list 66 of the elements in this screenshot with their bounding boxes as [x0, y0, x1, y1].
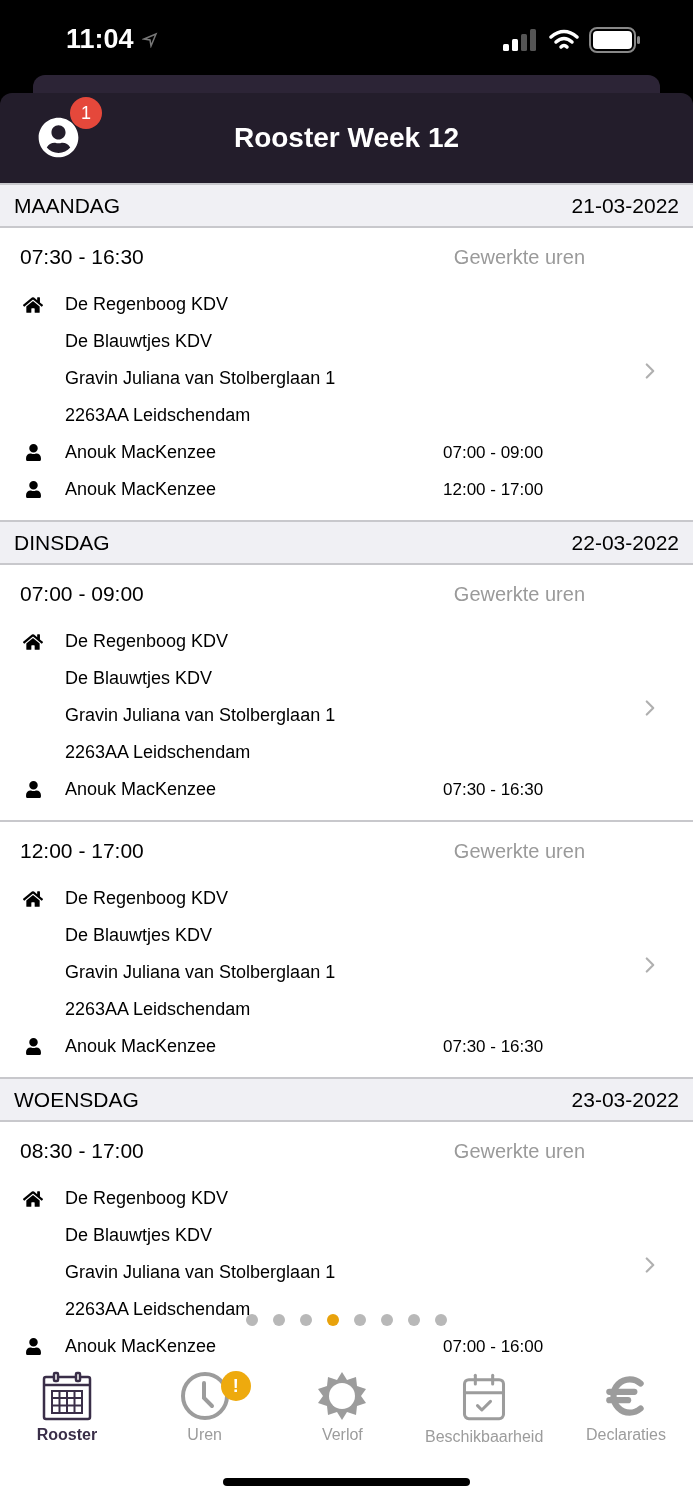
day-date: 22-03-2022 — [571, 529, 679, 556]
sun-icon — [317, 1371, 368, 1421]
clock-icon — [179, 1371, 230, 1421]
worked-hours-label: Gewerkte uren — [453, 1139, 585, 1164]
location-line: 2263AA Leidschendam — [65, 741, 251, 764]
tab-button[interactable]: Verlof — [287, 1371, 398, 1449]
profile-icon[interactable] — [38, 117, 79, 158]
header-title: Rooster Week 12 — [233, 121, 460, 155]
worked-hours-label: Gewerkte uren — [453, 582, 585, 607]
status-time: 11:04 — [66, 23, 134, 57]
tab-button[interactable]: Declaraties — [571, 1371, 681, 1449]
home-icon — [23, 631, 43, 652]
home-icon — [23, 294, 43, 315]
location-line: Gravin Juliana van Stolberglaan 1 — [65, 704, 336, 727]
worked-hours-label: Gewerkte uren — [453, 839, 585, 864]
location-line: De Blauwtjes KDV — [65, 1224, 213, 1247]
location-line: De Blauwtjes KDV — [65, 330, 213, 353]
tab-button[interactable]: Beschikbaarheid — [425, 1371, 544, 1449]
shift-time: 07:00 - 09:00 — [20, 581, 144, 608]
day-name: DINSDAG — [14, 529, 110, 556]
day-date: 23-03-2022 — [571, 1086, 679, 1113]
person-icon — [25, 481, 42, 498]
location-line: De Regenboog KDV — [65, 293, 229, 316]
location-line: 2263AA Leidschendam — [65, 998, 251, 1021]
location-line: De Regenboog KDV — [65, 1187, 229, 1210]
location-arrow-icon — [141, 31, 158, 48]
shift-time: 12:00 - 17:00 — [20, 838, 144, 865]
day-name: MAANDAG — [14, 192, 121, 219]
tab-button[interactable]: ! Uren — [149, 1371, 260, 1449]
person-icon — [25, 1338, 42, 1355]
location-line: Gravin Juliana van Stolberglaan 1 — [65, 961, 336, 984]
shift-time: 08:30 - 17:00 — [20, 1138, 144, 1165]
person-icon — [25, 444, 42, 461]
signal-icon — [503, 28, 539, 51]
battery-icon — [589, 26, 641, 53]
person-time: 12:00 - 17:00 — [443, 478, 544, 501]
location-line: De Regenboog KDV — [65, 887, 229, 910]
person-name: Anouk MacKenzee — [65, 778, 218, 801]
location-line: De Regenboog KDV — [65, 630, 229, 653]
person-name: Anouk MacKenzee — [65, 1335, 218, 1358]
location-line: De Blauwtjes KDV — [65, 667, 213, 690]
home-icon — [23, 888, 43, 909]
person-time: 07:30 - 16:30 — [443, 778, 544, 801]
day-name: WOENSDAG — [14, 1086, 139, 1113]
person-name: Anouk MacKenzee — [65, 478, 218, 501]
wifi-icon — [549, 28, 579, 51]
shift-time: 07:30 - 16:30 — [20, 244, 144, 271]
person-name: Anouk MacKenzee — [65, 1035, 218, 1058]
location-line: Gravin Juliana van Stolberglaan 1 — [65, 1261, 336, 1284]
worked-hours-label: Gewerkte uren — [453, 245, 585, 270]
location-line: 2263AA Leidschendam — [65, 1298, 251, 1321]
person-name: Anouk MacKenzee — [65, 441, 218, 464]
person-time: 07:30 - 16:30 — [443, 1035, 544, 1058]
day-date: 21-03-2022 — [571, 192, 679, 219]
tab-button[interactable]: Rooster — [12, 1371, 122, 1449]
person-time: 07:00 - 16:00 — [443, 1335, 544, 1358]
home-icon — [23, 1188, 43, 1209]
location-line: Gravin Juliana van Stolberglaan 1 — [65, 367, 336, 390]
calendar-grid-icon — [41, 1371, 93, 1421]
location-line: 2263AA Leidschendam — [65, 404, 251, 427]
person-icon — [25, 781, 42, 798]
person-time: 07:00 - 09:00 — [443, 441, 544, 464]
location-line: De Blauwtjes KDV — [65, 924, 213, 947]
alert-badge: ! — [220, 1371, 251, 1401]
notification-badge: 1 — [70, 97, 102, 129]
person-icon — [25, 1038, 42, 1055]
